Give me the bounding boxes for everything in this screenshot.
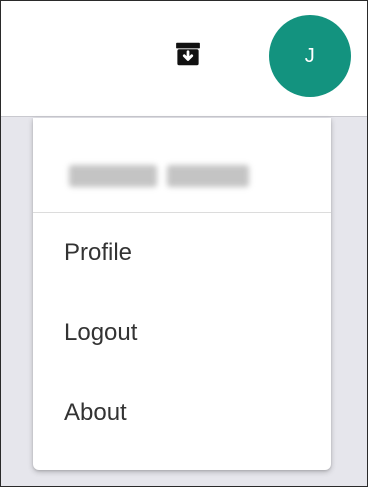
archive-download-icon [176,42,200,66]
redacted-user-name [69,158,249,194]
archive-button[interactable] [171,37,205,71]
menu-item-label: Profile [64,239,133,266]
top-app-bar: J [1,1,367,117]
user-avatar-button[interactable]: J [269,15,351,97]
app-window: J Profile Logout About [0,0,368,487]
avatar-initial: J [304,44,316,67]
menu-item-logout[interactable]: Logout [33,293,331,373]
account-dropdown-menu: Profile Logout About [33,118,331,470]
menu-item-label: About [64,399,127,426]
menu-item-label: Logout [64,319,138,346]
menu-user-header [33,118,331,213]
menu-item-about[interactable]: About [33,373,331,453]
menu-item-profile[interactable]: Profile [33,213,331,293]
